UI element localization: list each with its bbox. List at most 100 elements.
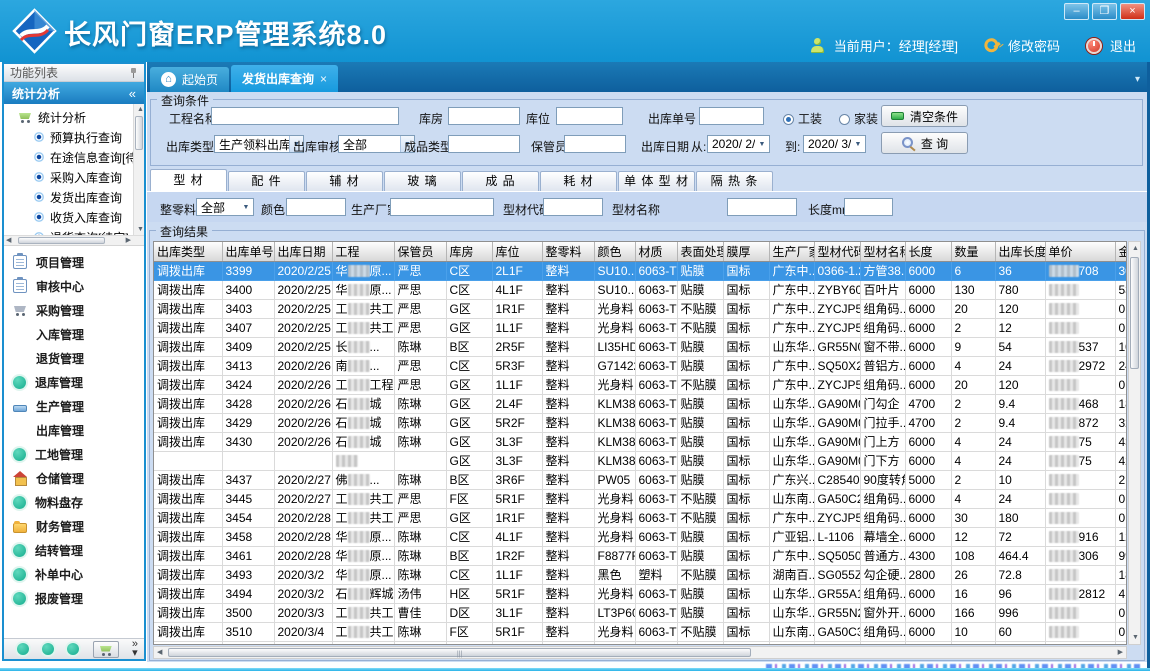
sidebar-item-cart[interactable]: 采购管理 [4,298,144,322]
section-header[interactable]: 统计分析 « [4,82,144,104]
scroll-down-icon[interactable]: ▼ [137,226,144,234]
scroll-left-icon[interactable]: ◀ [157,649,162,657]
column-header[interactable]: 材质 [635,242,677,261]
column-header[interactable]: 工程 [332,242,394,261]
tab-shipping-outbound-query[interactable]: 发货出库查询 × [231,65,338,92]
tab-list-chevron-icon[interactable]: ▾ [1135,74,1140,85]
table-vertical-scrollbar[interactable]: ▲ ▼ [1128,241,1141,645]
table-row[interactable]: 调拨出库34942020/3/2石辉城汤伟H区5R1F整料光身料6063-T5贴… [154,584,1127,603]
module-cart-button[interactable] [93,641,119,658]
product-type-input[interactable] [448,135,520,153]
column-header[interactable]: 颜色 [594,242,635,261]
profile-name-input[interactable] [727,198,797,216]
sidebar-item-cart-g[interactable]: 入库管理 [4,322,144,346]
table-row[interactable]: 调拨出库34072020/2/25工共工程严思G区1L1F整料光身料6063-T… [154,318,1127,337]
sidebar-item-circle[interactable]: 工地管理 [4,442,144,466]
sidebar-item-house[interactable]: 仓储管理 [4,466,144,490]
column-header[interactable]: 库位 [492,242,542,261]
column-header[interactable]: 出库日期 [274,242,332,261]
material-tab[interactable]: 单 体 型 材 [618,171,695,191]
more-buttons-chevron[interactable]: »▾ [132,640,138,658]
column-header[interactable]: 生产厂家 [769,242,814,261]
scroll-right-icon[interactable]: ▶ [1118,649,1123,657]
close-button[interactable]: × [1120,3,1145,20]
collapse-icon[interactable]: « [129,86,136,101]
column-header[interactable]: 保管员 [394,242,446,261]
length-input[interactable] [844,198,893,216]
hscroll-thumb[interactable] [168,648,751,657]
tree-vertical-scrollbar[interactable]: ▲ ▼ [133,104,144,235]
sidebar-item-folder[interactable]: 财务管理 [4,514,144,538]
chevron-down-icon[interactable]: ▼ [239,199,253,215]
table-row[interactable]: 调拨出库35122020/3/4工共工程陈琳F区1L2F整料光身料6063-T5… [154,641,1127,645]
column-header[interactable]: 型材代码 [814,242,860,261]
keeper-input[interactable] [564,135,626,153]
tree-horizontal-scrollbar[interactable]: ◀ ▶ [4,235,144,245]
table-row[interactable]: 调拨出库34282020/2/26石城陈琳G区2L4F整料KLM38176063… [154,394,1127,413]
column-header[interactable]: 库房 [446,242,492,261]
chevron-down-icon[interactable]: ▼ [755,136,769,152]
table-row[interactable]: 调拨出库34372020/2/27佛...陈琳B区3R6F整料PW056063-… [154,470,1127,489]
maximize-button[interactable]: ❐ [1092,3,1117,20]
table-row[interactable]: 调拨出库34542020/2/28工共工程严思G区1R1F整料光身料6063-T… [154,508,1127,527]
tab-close-icon[interactable]: × [320,72,327,86]
project-name-input[interactable] [211,107,399,125]
date-from-picker[interactable]: 2020/ 2/16 ▼ [707,135,770,153]
tab-home[interactable]: ⌂ 起始页 [150,67,229,92]
vscroll-thumb[interactable] [1130,257,1139,369]
column-header[interactable]: 金 [1115,242,1127,261]
column-header[interactable]: 表面处理 [677,242,723,261]
table-row[interactable]: 调拨出库34452020/2/27工共工程严思F区5R1F整料光身料6063-T… [154,489,1127,508]
table-row[interactable]: 调拨出库34032020/2/25工共工程严思G区1R1F整料光身料6063-T… [154,299,1127,318]
radio-jiazhuang[interactable]: 家装 [839,110,878,127]
sidebar-item-circle[interactable]: 物料盘存 [4,490,144,514]
material-tab[interactable]: 成 品 [462,171,539,191]
column-header[interactable]: 整零料 [542,242,594,261]
table-row[interactable]: 调拨出库34132020/2/26南...严思C区5R3F整料G71422606… [154,356,1127,375]
search-button[interactable]: 查 询 [881,132,968,154]
table-row[interactable]: 调拨出库35102020/3/4工共工程陈琳F区5R1F整料光身料6063-T5… [154,622,1127,641]
radio-gongzhuang[interactable]: 工装 [783,110,822,127]
order-no-input[interactable] [699,107,764,125]
column-header[interactable]: 数量 [951,242,995,261]
table-row[interactable]: 调拨出库34002020/2/25华原...严思C区4L1F整料SU10...6… [154,280,1127,299]
slot-input[interactable] [556,107,623,125]
sidebar-item-circle[interactable]: 退库管理 [4,370,144,394]
column-header[interactable]: 膜厚 [723,242,769,261]
module-circle-icon[interactable] [42,643,54,655]
sidebar-tree-item[interactable]: 预算执行查询 [4,127,144,147]
table-horizontal-scrollbar[interactable]: ◀ ▶ [153,646,1127,659]
material-tab[interactable]: 隔 热 条 [696,171,773,191]
sidebar-item-cart-g[interactable]: 出库管理 [4,418,144,442]
module-circle-icon[interactable] [67,643,79,655]
color-input[interactable] [286,198,346,216]
table-row[interactable]: 调拨出库35002020/3/3工共工程曹佳D区3L1F整料LT3P606063… [154,603,1127,622]
sidebar-tree-item[interactable]: 采购入库查询 [4,167,144,187]
clear-conditions-button[interactable]: 清空条件 [881,105,968,127]
column-header[interactable]: 出库类型 [154,242,222,261]
sidebar-tree-item[interactable]: 收货入库查询 [4,207,144,227]
table-row[interactable]: 调拨出库34242020/2/26工工程严思G区1L1F整料光身料6063-T5… [154,375,1127,394]
sidebar-tree-item[interactable]: 发货出库查询 [4,187,144,207]
chevron-down-icon[interactable]: ▼ [851,136,865,152]
column-header[interactable]: 出库单号 [222,242,274,261]
tree-hscroll-thumb[interactable] [18,237,105,244]
sidebar-item-circle[interactable]: 报废管理 [4,586,144,610]
minimize-button[interactable]: – [1064,3,1089,20]
module-circle-icon[interactable] [17,643,29,655]
sidebar-tree-item[interactable]: 在途信息查询[待 [4,147,144,167]
table-row[interactable]: 调拨出库34092020/2/25长...陈琳B区2R5F整料LI35HD606… [154,337,1127,356]
table-row[interactable]: 调拨出库34292020/2/26石城陈琳G区5R2F整料KLM38176063… [154,413,1127,432]
material-tab[interactable]: 耗 材 [540,171,617,191]
scroll-up-icon[interactable]: ▲ [1132,245,1139,253]
sidebar-item-cart-g[interactable]: 退货管理 [4,346,144,370]
table-row[interactable]: G区3L3F整料KLM38176063-T5贴膜国标山东华...GA90M09.… [154,451,1127,470]
table-row[interactable]: 调拨出库34582020/2/28华原...陈琳C区4L1F整料光身料6063-… [154,527,1127,546]
table-row[interactable]: 调拨出库34932020/3/2华原...陈琳C区1L1F整料黑色塑料不贴膜国标… [154,565,1127,584]
material-tab[interactable]: 配 件 [228,171,305,191]
column-header[interactable]: 型材名称 [860,242,905,261]
warehouse-input[interactable] [448,107,520,125]
sidebar-item-clip[interactable]: 项目管理 [4,250,144,274]
tree-vscroll-thumb[interactable] [135,116,143,150]
out-type-combo[interactable]: 生产领料出库 ▼ [214,135,304,153]
